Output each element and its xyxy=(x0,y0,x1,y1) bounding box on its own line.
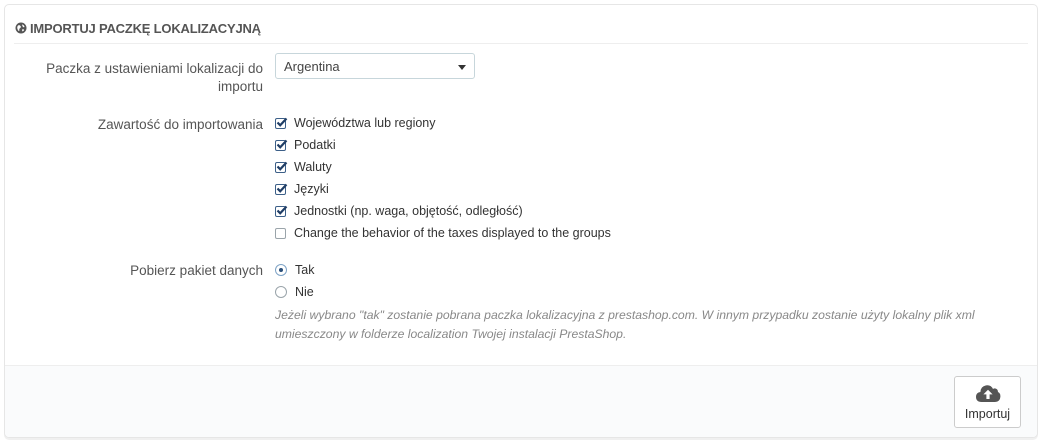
checkbox-label: Województwa lub regiony xyxy=(294,116,436,130)
checkbox-label: Waluty xyxy=(294,160,332,174)
checkbox-option[interactable]: Change the behavior of the taxes display… xyxy=(275,224,611,242)
radio-selected-icon[interactable] xyxy=(275,264,287,276)
globe-icon xyxy=(15,22,27,34)
checkbox-option[interactable]: Jednostki (np. waga, objętość, odległość… xyxy=(275,202,523,220)
checkbox-checked-icon[interactable] xyxy=(275,205,288,217)
checkbox-checked-icon[interactable] xyxy=(275,161,288,173)
pack-label-line1: Paczka z ustawieniami lokalizacji do xyxy=(46,61,263,76)
download-label: Pobierz pakiet danych xyxy=(130,263,263,278)
localization-pack-select[interactable]: Argentina xyxy=(275,53,475,79)
radio-label: Nie xyxy=(295,285,314,299)
pack-label: Paczka z ustawieniami lokalizacji do imp… xyxy=(46,60,263,96)
import-localization-panel: IMPORTUJ PACZKĘ LOKALIZACYJNĄ Paczka z u… xyxy=(4,4,1038,438)
checkbox-label: Języki xyxy=(294,182,329,196)
checkbox-checked-icon[interactable] xyxy=(275,117,288,129)
help-text: Jeżeli wybrano "tak" zostanie pobrana pa… xyxy=(275,308,975,341)
select-value: Argentina xyxy=(284,58,340,74)
checkbox-option[interactable]: Waluty xyxy=(275,158,332,176)
checkbox-label: Jednostki (np. waga, objętość, odległość… xyxy=(294,204,523,218)
radio-option-yes[interactable]: Tak xyxy=(275,261,314,279)
checkbox-unchecked-icon[interactable] xyxy=(275,227,286,239)
cloud-upload-icon xyxy=(975,385,1000,402)
panel-footer: Importuj xyxy=(5,365,1037,437)
content-label: Zawartość do importowania xyxy=(97,117,263,132)
radio-label: Tak xyxy=(295,263,315,277)
import-button-label: Importuj xyxy=(964,407,1011,421)
panel-title: IMPORTUJ PACZKĘ LOKALIZACYJNĄ xyxy=(30,20,261,36)
radio-option-no[interactable]: Nie xyxy=(275,283,314,301)
checkbox-label: Podatki xyxy=(294,138,336,152)
checkbox-option[interactable]: Języki xyxy=(275,180,329,198)
radio-unselected-icon[interactable] xyxy=(275,286,287,298)
checkbox-checked-icon[interactable] xyxy=(275,139,288,151)
chevron-down-icon xyxy=(458,65,466,70)
import-button[interactable]: Importuj xyxy=(954,376,1021,428)
checkbox-checked-icon[interactable] xyxy=(275,183,288,195)
panel-heading: IMPORTUJ PACZKĘ LOKALIZACYJNĄ xyxy=(14,13,1028,44)
pack-label-line2: importu xyxy=(217,79,263,94)
checkbox-label: Change the behavior of the taxes display… xyxy=(294,226,611,240)
checkbox-option[interactable]: Podatki xyxy=(275,136,336,154)
checkbox-option[interactable]: Województwa lub regiony xyxy=(275,114,436,132)
